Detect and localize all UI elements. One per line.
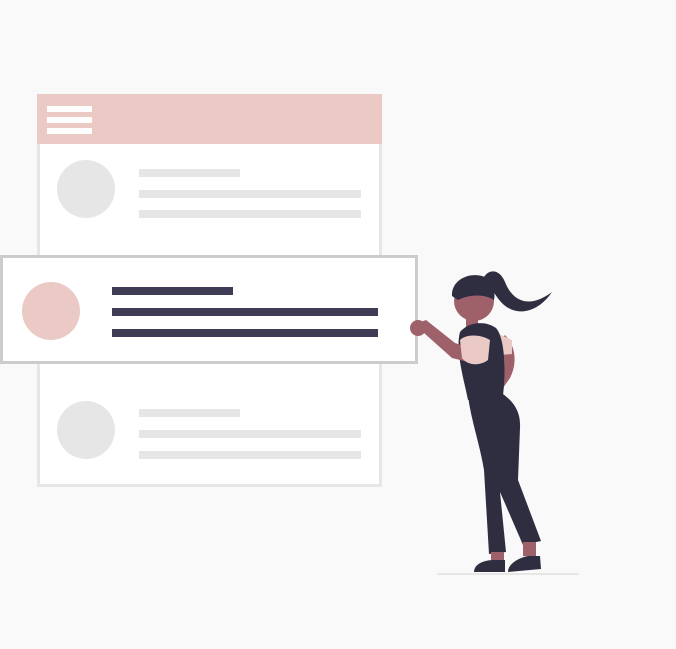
text-placeholder: [139, 430, 361, 438]
hand: [410, 320, 426, 336]
list-item[interactable]: [40, 150, 379, 250]
person-figure: [410, 271, 579, 575]
avatar-placeholder-selected: [22, 282, 80, 340]
title-placeholder-selected: [112, 287, 233, 295]
avatar-placeholder: [57, 160, 115, 218]
list-item-selected[interactable]: [0, 255, 418, 364]
text-placeholder: [139, 451, 361, 459]
hamburger-icon[interactable]: [47, 104, 92, 136]
ground-line: [437, 573, 579, 575]
title-placeholder: [139, 169, 240, 177]
shoe-left: [474, 560, 505, 572]
list-item[interactable]: [40, 380, 379, 480]
ankle-right: [523, 542, 536, 556]
hamburger-line-top: [47, 106, 92, 112]
legs: [468, 392, 541, 554]
shoe-right: [508, 556, 541, 572]
text-placeholder-selected: [112, 308, 378, 316]
text-placeholder: [139, 190, 361, 198]
hamburger-line-middle: [47, 117, 92, 123]
hamburger-line-bottom: [47, 128, 92, 134]
avatar-placeholder: [57, 401, 115, 459]
text-placeholder: [139, 210, 361, 218]
text-placeholder-selected: [112, 329, 378, 337]
front-sleeve: [460, 335, 490, 365]
title-placeholder: [139, 409, 240, 417]
illustration-stage: [0, 0, 676, 649]
